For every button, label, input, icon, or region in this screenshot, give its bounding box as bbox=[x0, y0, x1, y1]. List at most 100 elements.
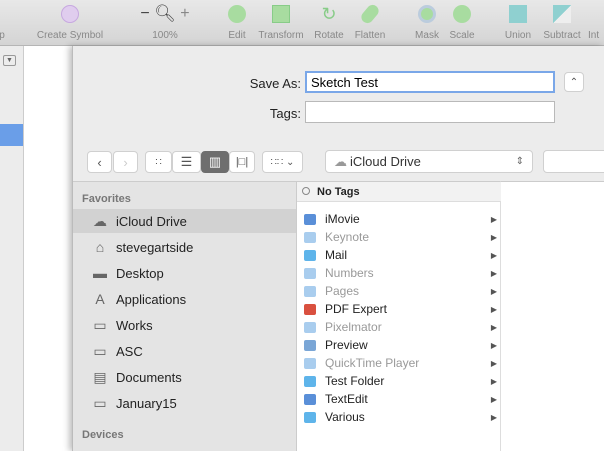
scale-icon bbox=[453, 5, 471, 23]
rotate-icon: ↻ bbox=[321, 3, 337, 24]
save-as-label: Save As: bbox=[249, 76, 301, 91]
mask-icon bbox=[418, 5, 436, 23]
folder-icon bbox=[304, 393, 316, 405]
flatten-button[interactable]: Flatten bbox=[350, 0, 390, 46]
list-view-button[interactable]: ☰ bbox=[172, 151, 201, 173]
file-row[interactable]: Preview ▶ bbox=[297, 336, 501, 354]
home-icon: ⌂ bbox=[95, 239, 105, 255]
folder-icon bbox=[304, 321, 316, 333]
file-row[interactable]: TextEdit ▶ bbox=[297, 390, 501, 408]
zoom-out-icon[interactable]: − bbox=[140, 5, 149, 23]
disclosure-arrow-icon: ▶ bbox=[490, 340, 497, 350]
no-tags-header[interactable]: No Tags bbox=[297, 182, 501, 202]
file-row[interactable]: PDF Expert ▶ bbox=[297, 300, 501, 318]
sidebar-item[interactable]: ▭ ASC bbox=[73, 339, 296, 363]
folder-icon bbox=[304, 285, 316, 297]
file-row[interactable]: Pages ▶ bbox=[297, 282, 501, 300]
file-row[interactable]: QuickTime Player ▶ bbox=[297, 354, 501, 372]
arrange-icon: ∷∷ ⌄ bbox=[270, 156, 295, 168]
magnifier-icon: 🔍︎ bbox=[154, 4, 176, 23]
file-row[interactable]: Numbers ▶ bbox=[297, 264, 501, 282]
disclosure-arrow-icon: ▶ bbox=[490, 412, 497, 422]
flatten-icon bbox=[358, 2, 382, 26]
folder-icon bbox=[304, 267, 316, 279]
file-row[interactable]: Pixelmator ▶ bbox=[297, 318, 501, 336]
edit-icon bbox=[228, 5, 246, 23]
sidebar-item[interactable]: ▭ January15 bbox=[73, 391, 296, 415]
disclosure-arrow-icon: ▶ bbox=[490, 376, 497, 386]
arrange-button[interactable]: ∷∷ ⌄ bbox=[262, 151, 303, 173]
rotate-button[interactable]: ↻ Rotate bbox=[310, 0, 348, 46]
intersect-button[interactable]: Int bbox=[588, 0, 604, 46]
folder-icon: ▭ bbox=[93, 342, 107, 359]
list-icon: ☰ bbox=[180, 154, 193, 169]
disclosure-arrow-icon: ▶ bbox=[490, 268, 497, 278]
save-as-input[interactable] bbox=[305, 71, 555, 93]
symbol-icon bbox=[61, 5, 79, 23]
documents-icon: ▤ bbox=[93, 368, 107, 385]
canvas[interactable] bbox=[24, 46, 72, 451]
mask-button[interactable]: Mask bbox=[412, 0, 442, 46]
search-field[interactable] bbox=[543, 150, 604, 173]
subtract-button[interactable]: Subtract bbox=[538, 0, 586, 46]
layers-panel: ▼ bbox=[0, 46, 24, 451]
file-row[interactable]: Test Folder ▶ bbox=[297, 372, 501, 390]
coverflow-view-button[interactable]: |□| bbox=[229, 151, 255, 173]
sidebar-item[interactable]: ☁︎ iCloud Drive bbox=[73, 209, 296, 233]
file-row[interactable]: Keynote ▶ bbox=[297, 228, 501, 246]
column-view-button[interactable]: ▥ bbox=[201, 151, 229, 173]
edit-button[interactable]: Edit bbox=[222, 0, 252, 46]
folder-icon bbox=[304, 249, 316, 261]
create-symbol-button[interactable]: Create Symbol bbox=[30, 0, 110, 46]
zoom-control[interactable]: − 🔍︎ +100% bbox=[130, 0, 200, 46]
toolbar: p Create Symbol − 🔍︎ +100% Edit Transfor… bbox=[0, 0, 604, 46]
file-row[interactable]: Various ▶ bbox=[297, 408, 501, 426]
collapse-button[interactable]: ⌃ bbox=[564, 72, 584, 92]
desktop-icon: ▬ bbox=[93, 265, 107, 281]
back-button[interactable]: ‹ bbox=[87, 151, 112, 173]
folder-icon: ▭ bbox=[93, 394, 107, 411]
chevron-right-icon: › bbox=[123, 154, 128, 170]
chevron-up-icon: ⌃ bbox=[569, 76, 579, 88]
chevron-left-icon: ‹ bbox=[97, 154, 102, 170]
zoom-in-icon[interactable]: + bbox=[180, 5, 189, 23]
subtract-icon bbox=[553, 5, 571, 23]
applications-icon: A bbox=[95, 291, 105, 307]
disclosure-arrow-icon: ▶ bbox=[490, 286, 497, 296]
scale-button[interactable]: Scale bbox=[446, 0, 478, 46]
disclosure-arrow-icon: ▶ bbox=[490, 250, 497, 260]
transform-icon bbox=[272, 5, 290, 23]
disclosure-arrow-icon: ▶ bbox=[490, 214, 497, 224]
sidebar-item[interactable]: ▤ Documents bbox=[73, 365, 296, 389]
tag-circle-icon bbox=[302, 187, 310, 195]
disclosure-arrow-icon: ▶ bbox=[490, 358, 497, 368]
selected-layer[interactable] bbox=[0, 124, 23, 146]
sidebar-item[interactable]: ▬ Desktop bbox=[73, 261, 296, 285]
toolbar-item-partial[interactable]: p bbox=[0, 0, 12, 46]
file-row[interactable]: iMovie ▶ bbox=[297, 210, 501, 228]
sidebar-item[interactable]: ▭ Works bbox=[73, 313, 296, 337]
disclosure-arrow-icon: ▶ bbox=[490, 232, 497, 242]
coverflow-icon: |□| bbox=[235, 156, 249, 168]
disclosure-arrow-icon: ▶ bbox=[490, 322, 497, 332]
columns-icon: ▥ bbox=[208, 154, 222, 169]
sidebar-item[interactable]: ⌂ stevegartside bbox=[73, 235, 296, 259]
dropdown-icon[interactable]: ▼ bbox=[3, 55, 16, 66]
cloud-icon: ☁︎ bbox=[93, 212, 107, 229]
folder-icon bbox=[304, 231, 316, 243]
folder-icon bbox=[304, 411, 316, 423]
devices-header: Devices bbox=[82, 429, 124, 441]
location-dropdown[interactable]: ☁︎ iCloud Drive ⇕ bbox=[325, 150, 533, 173]
empty-column bbox=[501, 181, 604, 451]
cloud-icon: ☁︎ bbox=[334, 153, 347, 169]
folder-icon: ▭ bbox=[93, 316, 107, 333]
folder-icon bbox=[304, 213, 316, 225]
transform-button[interactable]: Transform bbox=[255, 0, 307, 46]
file-column: No Tags iMovie ▶ Keynote ▶ Mail ▶ Numbers ▶ Page… bbox=[296, 181, 501, 451]
file-row[interactable]: Mail ▶ bbox=[297, 246, 501, 264]
union-button[interactable]: Union bbox=[500, 0, 536, 46]
tags-input[interactable] bbox=[305, 101, 555, 123]
forward-button[interactable]: › bbox=[113, 151, 138, 173]
sidebar-item[interactable]: A Applications bbox=[73, 287, 296, 311]
icon-view-button[interactable]: ∷ bbox=[145, 151, 172, 173]
